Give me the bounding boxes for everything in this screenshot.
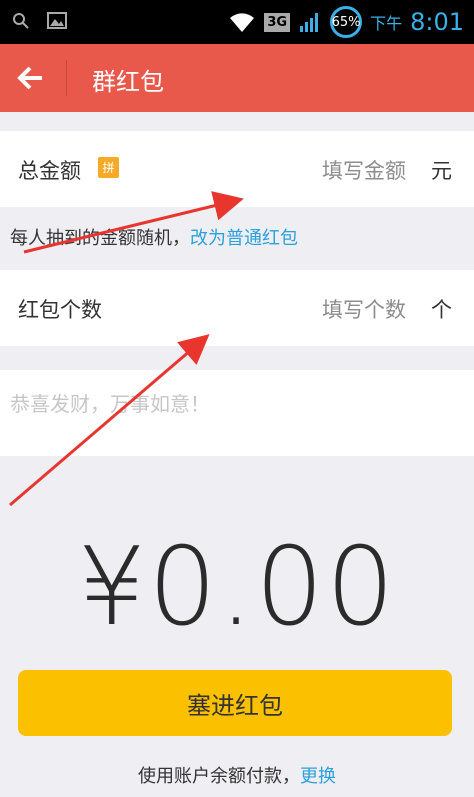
total-display: ¥0.00 (77, 525, 397, 650)
packet-count-label: 红包个数 (18, 298, 102, 322)
amount-hint: 每人抽到的金额随机，改为普通红包 (10, 224, 298, 250)
network-type: 3G (264, 12, 291, 32)
total-amount-row[interactable]: 总金额 拼 填写金额 元 (0, 131, 474, 207)
packet-count-input[interactable]: 填写个数 (322, 294, 406, 324)
greeting-field[interactable]: 恭喜发财，万事如意！ (0, 370, 474, 456)
search-icon (13, 13, 29, 29)
status-bar: 3G 65% 下午 8:01 (0, 0, 474, 44)
pin-badge: 拼 (98, 157, 119, 178)
packet-count-row[interactable]: 红包个数 填写个数 个 (0, 270, 474, 346)
battery-indicator: 65% (330, 6, 363, 38)
wifi-icon (230, 13, 255, 32)
payment-footer: 使用账户余额付款，更换 (0, 762, 474, 788)
time-period: 下午 (370, 14, 403, 33)
submit-button[interactable]: 塞进红包 (18, 670, 452, 736)
image-icon (47, 12, 67, 29)
change-payment-link[interactable]: 更换 (300, 766, 336, 787)
hint-text: 每人抽到的金额随机， (10, 228, 190, 249)
currency-unit: 元 (431, 159, 452, 183)
switch-to-normal-link[interactable]: 改为普通红包 (190, 228, 298, 249)
greeting-input[interactable]: 恭喜发财，万事如意！ (10, 388, 210, 417)
app-header: 群红包 (0, 44, 474, 112)
signal-icon (300, 13, 319, 32)
total-amount-label: 总金额 (18, 159, 81, 183)
count-unit: 个 (431, 298, 452, 322)
clock: 8:01 (410, 8, 464, 36)
battery-level: 65% (331, 14, 361, 30)
header-divider (66, 60, 67, 96)
page-title: 群红包 (92, 68, 164, 96)
back-arrow-icon[interactable] (14, 62, 46, 94)
total-amount-input[interactable]: 填写金额 (322, 155, 406, 185)
payment-text: 使用账户余额付款， (138, 766, 300, 787)
